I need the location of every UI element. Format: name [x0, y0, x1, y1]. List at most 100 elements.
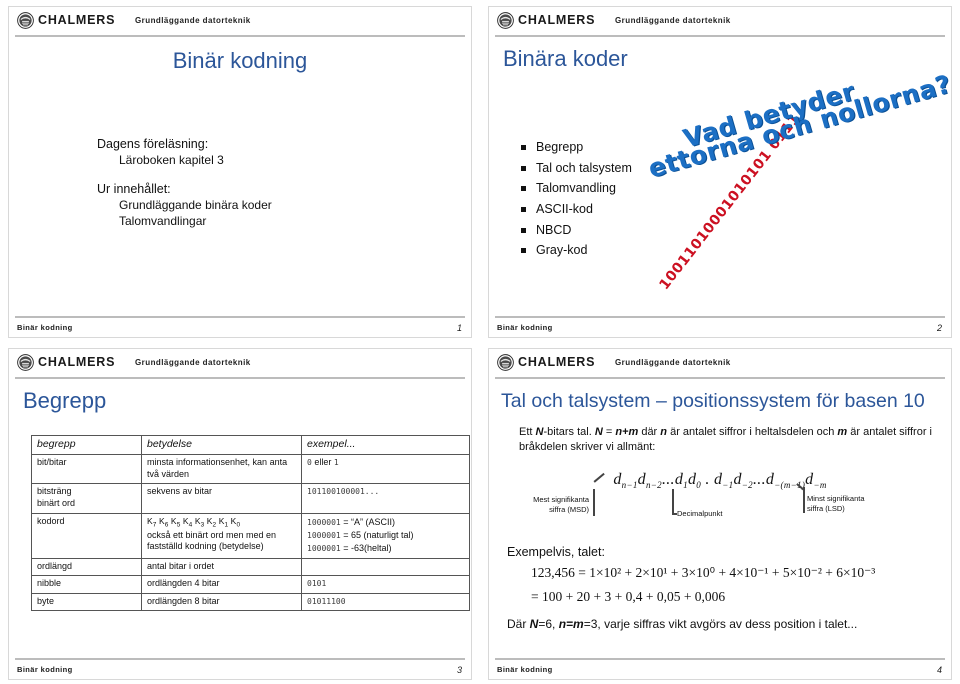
square-bullet-icon: [521, 145, 526, 150]
slide-1[interactable]: CHALMERS Grundläggande datorteknik Binär…: [0, 0, 480, 342]
square-bullet-icon: [521, 165, 526, 171]
example-bit-1: 1: [333, 458, 339, 468]
definition-paragraph: Ett N-bitars tal. N = n+m där n är antal…: [519, 425, 939, 456]
chalmers-seal-icon: [497, 12, 514, 29]
footer-divider: [15, 316, 465, 318]
slide-2[interactable]: CHALMERS Grundläggande datorteknik Binär…: [480, 0, 960, 342]
header-divider: [15, 35, 465, 37]
example-meaning: = 65 (naturligt tal): [340, 529, 414, 540]
cell-example: 0101: [301, 575, 470, 594]
list-item: Tal och talsystem: [519, 158, 632, 179]
example-byte: 01011100: [307, 596, 346, 606]
chalmers-logo: CHALMERS: [17, 12, 115, 29]
square-bullet-icon: [521, 248, 526, 254]
slide-4[interactable]: CHALMERS Grundläggande datorteknik Tal o…: [480, 342, 960, 684]
watermark-binary-string: 10011010001010101 0111: [656, 111, 804, 293]
cell-meaning: minsta informationsenhet, kan anta två v…: [141, 454, 302, 485]
example-bits: 1000001: [307, 543, 341, 553]
tail-part: Där: [507, 617, 530, 631]
chalmers-seal-icon: [497, 354, 514, 371]
example-meaning: = -63(heltal): [340, 542, 392, 553]
slide-header: CHALMERS Grundläggande datorteknik: [9, 7, 471, 37]
column-header-betydelse: betydelse: [141, 434, 302, 456]
slide-header: CHALMERS Grundläggande datorteknik: [489, 349, 951, 379]
page-title: Binär kodning: [172, 48, 308, 73]
example-line: 1000001 = 65 (naturligt tal): [307, 529, 464, 542]
watermark-question-line-2: ettorna och nollorna?: [645, 69, 952, 184]
watermark-question-line-1: Vad betyder: [680, 76, 859, 154]
cell-example: 01011100: [301, 592, 470, 612]
slide-3[interactable]: CHALMERS Grundläggande datorteknik Begre…: [0, 342, 480, 684]
course-title: Grundläggande datorteknik: [135, 16, 251, 25]
footer-label: Binär kodning: [17, 323, 73, 332]
cell-term: byte: [31, 592, 142, 612]
cell-meaning: ordlängden 4 bitar: [141, 575, 302, 594]
slide-number: 4: [936, 665, 942, 675]
footer-label: Binär kodning: [497, 665, 553, 674]
concepts-table: begrepp betydelse exempel... bit/bitar m…: [31, 434, 470, 612]
cell-example: 101100100001...: [301, 483, 470, 514]
footer-divider: [15, 658, 465, 660]
slide-4-canvas: CHALMERS Grundläggande datorteknik Tal o…: [488, 348, 952, 680]
cell-example: 1000001 = “A” (ASCII) 1000001 = 65 (natu…: [301, 512, 470, 559]
column-header-exempel: exempel...: [301, 434, 470, 456]
list-item: NBCD: [519, 220, 632, 241]
cell-term: bitsträng binärt ord: [31, 483, 142, 514]
cell-meaning: antal bitar i ordet: [141, 557, 302, 577]
leader-line-decimal-v: [672, 489, 674, 514]
slide-number: 2: [936, 323, 942, 333]
bullet-label: ASCII-kod: [536, 201, 593, 216]
symbol-N: N: [594, 426, 603, 438]
slide-number: 1: [456, 323, 462, 333]
lecture-heading: Dagens föreläsning:: [97, 137, 209, 151]
chalmers-wordmark: CHALMERS: [518, 13, 596, 28]
cell-meaning: ordlängden 8 bitar: [141, 592, 302, 612]
chalmers-seal-icon: [17, 12, 34, 29]
list-item: ASCII-kod: [519, 199, 632, 220]
codeword-description: också ett binärt ord men med en faststäl…: [147, 529, 277, 552]
slide-3-canvas: CHALMERS Grundläggande datorteknik Begre…: [8, 348, 472, 680]
slide-header: CHALMERS Grundläggande datorteknik: [489, 7, 951, 37]
table-row: bitsträng binärt ord sekvens av bitar 10…: [31, 483, 470, 514]
footer-label: Binär kodning: [17, 665, 73, 674]
table-row: nibble ordlängden 4 bitar 0101: [31, 575, 470, 594]
course-title: Grundläggande datorteknik: [615, 16, 731, 25]
example-nibble: 0101: [307, 579, 327, 589]
para-part: =: [602, 426, 616, 438]
symbol-nm: n+m: [615, 426, 639, 438]
table-row: bit/bitar minsta informationsenhet, kan …: [31, 454, 470, 485]
slide-number: 3: [456, 665, 462, 675]
bullet-label: Talomvandling: [536, 181, 616, 196]
cell-example: 0 eller 1: [301, 454, 470, 485]
formula-text: dn−1dn−2...d1d0 . d−1d−2...d−(m−1)d−m: [613, 471, 827, 491]
topic-list: Begrepp Tal och talsystem Talomvandling …: [519, 137, 632, 261]
example-bitstring: 101100100001...: [307, 487, 380, 497]
square-bullet-icon: [521, 186, 526, 192]
example-equation-2: = 100 + 20 + 3 + 0,4 + 0,05 + 0,006: [531, 589, 726, 604]
list-item: Gray-kod: [519, 240, 632, 261]
general-positional-formula: dn−1dn−2...d1d0 . d−1d−2...d−(m−1)d−m: [489, 471, 951, 490]
footer-label: Binär kodning: [497, 323, 553, 332]
example-conjunction: eller: [311, 457, 334, 468]
contents-item-1: Grundläggande binära koder: [119, 198, 272, 212]
page-title: Binära koder: [503, 46, 628, 71]
para-part: -bitars tal.: [543, 426, 595, 438]
example-meaning: = “A” (ASCII): [340, 516, 395, 527]
para-part: där: [638, 426, 661, 438]
header-divider: [15, 377, 465, 379]
chalmers-logo: CHALMERS: [497, 354, 595, 371]
para-part: är antalet siffror i heltalsdelen och: [667, 426, 838, 438]
para-part: Ett: [519, 426, 536, 438]
cell-meaning: K7 K6 K5 K4 K3 K2 K1 K0 också ett binärt…: [141, 512, 302, 559]
bullet-label: NBCD: [536, 222, 572, 237]
cell-term: ordlängd: [31, 557, 142, 577]
header-divider: [495, 377, 945, 379]
example-equation-1: 123,456 = 1×10² + 2×10¹ + 3×10⁰ + 4×10⁻¹…: [531, 565, 876, 580]
cell-example: [301, 557, 470, 577]
contents-heading: Ur innehållet:: [97, 182, 171, 196]
slide-1-canvas: CHALMERS Grundläggande datorteknik Binär…: [8, 6, 472, 338]
example-bits: 1000001: [307, 530, 341, 540]
course-title: Grundläggande datorteknik: [615, 358, 731, 367]
contents-item-2: Talomvandlingar: [119, 214, 207, 228]
example-bits: 1000001: [307, 517, 341, 527]
